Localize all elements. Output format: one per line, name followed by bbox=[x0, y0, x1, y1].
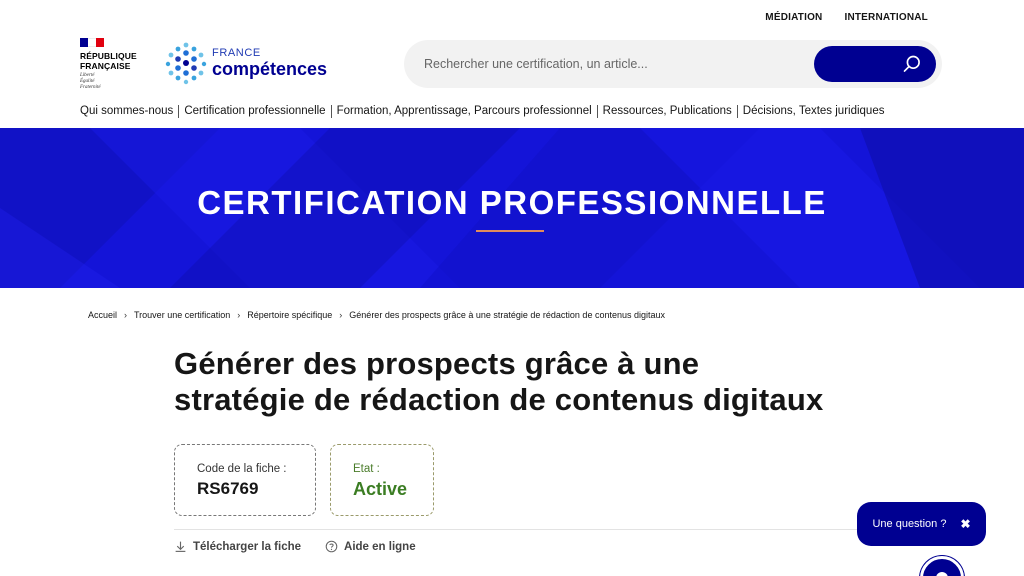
help-icon bbox=[325, 540, 338, 553]
breadcrumb-chevron-icon: › bbox=[124, 310, 128, 320]
search-input[interactable] bbox=[424, 40, 804, 88]
question-widget-label: Une question ? bbox=[872, 518, 947, 530]
france-competences-dots-icon bbox=[165, 42, 207, 85]
hero-title: CERTIFICATION PROFESSIONNELLE bbox=[197, 184, 827, 221]
search-bar bbox=[404, 40, 942, 88]
french-flag-icon bbox=[80, 38, 104, 47]
breadcrumb-item-trouver[interactable]: Trouver une certification bbox=[134, 310, 230, 320]
etat-value: Active bbox=[353, 479, 408, 499]
rf-motto: Liberté Égalité Fraternité bbox=[80, 73, 150, 91]
top-links: MÉDIATION INTERNATIONAL bbox=[765, 12, 928, 23]
download-fiche-label: Télécharger la fiche bbox=[193, 540, 302, 553]
fiche-actions: Télécharger la fiche Aide en ligne bbox=[174, 540, 416, 553]
download-fiche-link[interactable]: Télécharger la fiche bbox=[174, 540, 301, 553]
close-icon[interactable]: ✖ bbox=[960, 517, 970, 531]
main-nav: Qui sommes-nous Certification profession… bbox=[80, 100, 950, 122]
rf-name-line2: FRANÇAISE bbox=[80, 61, 131, 71]
breadcrumb-item-accueil[interactable]: Accueil bbox=[88, 310, 117, 320]
breadcrumb-item-repertoire[interactable]: Répertoire spécifique bbox=[247, 310, 332, 320]
nav-item-decisions[interactable]: Décisions, Textes juridiques bbox=[738, 105, 890, 117]
nav-item-formation[interactable]: Formation, Apprentissage, Parcours profe… bbox=[332, 105, 597, 117]
rf-name-line1: RÉPUBLIQUE bbox=[80, 51, 137, 61]
aide-en-ligne-link[interactable]: Aide en ligne bbox=[325, 540, 416, 553]
france-competences-logo[interactable]: FRANCE compétences bbox=[164, 40, 344, 86]
fc-line2: compétences bbox=[212, 59, 328, 79]
page-title: Générer des prospects grâce à une straté… bbox=[174, 346, 974, 418]
breadcrumb-chevron-icon: › bbox=[339, 310, 343, 320]
nav-item-certification[interactable]: Certification professionnelle bbox=[179, 105, 330, 117]
rf-motto-fraternite: Fraternité bbox=[80, 85, 101, 90]
chat-bubble-icon[interactable] bbox=[920, 556, 964, 576]
nav-item-ressources[interactable]: Ressources, Publications bbox=[598, 105, 737, 117]
code-fiche-card: Code de la fiche : RS6769 bbox=[174, 444, 316, 516]
nav-item-qui-sommes-nous[interactable]: Qui sommes-nous bbox=[80, 105, 178, 117]
page-title-line1: Générer des prospects grâce à une bbox=[174, 346, 700, 381]
question-widget-button[interactable]: Une question ? ✖ bbox=[857, 502, 986, 546]
hero-title-underline bbox=[476, 230, 544, 232]
search-icon bbox=[903, 55, 920, 72]
section-divider bbox=[174, 529, 936, 530]
code-fiche-label: Code de la fiche : bbox=[197, 463, 287, 475]
code-fiche-value: RS6769 bbox=[197, 479, 259, 498]
breadcrumb-chevron-icon: › bbox=[237, 310, 241, 320]
aide-en-ligne-label: Aide en ligne bbox=[344, 540, 416, 553]
download-icon bbox=[175, 541, 186, 552]
search-button[interactable] bbox=[814, 46, 936, 82]
fc-line1: FRANCE bbox=[212, 47, 261, 59]
top-link-mediation[interactable]: MÉDIATION bbox=[765, 12, 822, 23]
hero-banner: CERTIFICATION PROFESSIONNELLE bbox=[0, 128, 1024, 288]
france-competences-wordmark: FRANCE compétences bbox=[212, 47, 327, 79]
top-bar: MÉDIATION INTERNATIONAL bbox=[0, 0, 1024, 36]
top-link-international[interactable]: INTERNATIONAL bbox=[844, 12, 928, 23]
breadcrumb: Accueil › Trouver une certification › Ré… bbox=[88, 310, 665, 320]
etat-label: Etat : bbox=[353, 463, 380, 475]
republique-francaise-logo[interactable]: RÉPUBLIQUE FRANÇAISE Liberté Égalité Fra… bbox=[80, 38, 150, 94]
page-title-line2: stratégie de rédaction de contenus digit… bbox=[174, 382, 824, 417]
etat-card: Etat : Active bbox=[330, 444, 434, 516]
breadcrumb-item-current: Générer des prospects grâce à une straté… bbox=[349, 310, 665, 320]
